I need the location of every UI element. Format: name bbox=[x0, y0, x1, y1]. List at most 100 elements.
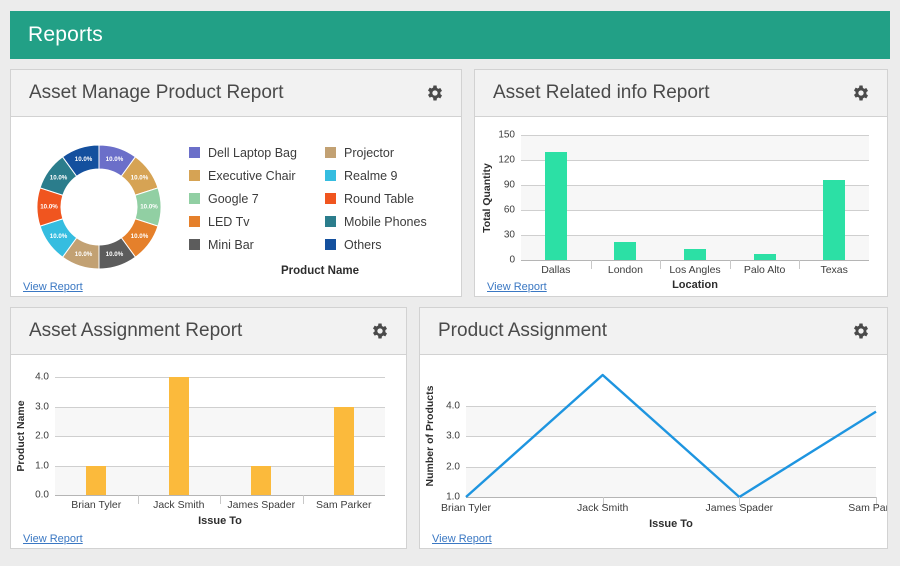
view-report-link[interactable]: View Report bbox=[487, 281, 547, 293]
legend-item[interactable]: Dell Laptop Bag bbox=[189, 141, 315, 164]
legend-item[interactable]: Executive Chair bbox=[189, 164, 315, 187]
y-axis-tick: 30 bbox=[503, 229, 515, 241]
gear-icon[interactable] bbox=[851, 83, 871, 103]
legend-label: Round Table bbox=[344, 191, 414, 206]
gridline bbox=[55, 377, 385, 378]
x-axis-separator bbox=[729, 260, 731, 269]
x-axis-label: Issue To bbox=[649, 518, 693, 530]
gear-icon[interactable] bbox=[851, 321, 871, 341]
bar[interactable] bbox=[86, 465, 107, 495]
legend-swatch bbox=[189, 216, 200, 227]
x-axis-tick: Texas bbox=[820, 264, 848, 276]
y-axis-tick: 1.0 bbox=[446, 491, 460, 503]
x-axis-tick: Brian Tyler bbox=[71, 499, 122, 511]
x-axis-tick: James Spader bbox=[227, 499, 296, 511]
bar[interactable] bbox=[614, 241, 637, 260]
gear-icon[interactable] bbox=[370, 321, 390, 341]
bar-chart-location: 0 30 60 90 120 150 Total Quantity Dallas London L… bbox=[481, 130, 869, 291]
bar[interactable] bbox=[544, 151, 567, 260]
chart-band bbox=[521, 185, 869, 210]
y-axis-label: Total Quantity bbox=[481, 162, 493, 233]
donut-slice-label: 10.0% bbox=[140, 204, 158, 211]
bar[interactable] bbox=[753, 254, 776, 260]
card-header: Asset Assignment Report bbox=[11, 308, 406, 355]
donut-slice-label: 10.0% bbox=[75, 251, 93, 258]
gridline bbox=[521, 235, 869, 236]
view-report-link[interactable]: View Report bbox=[432, 533, 492, 545]
legend-item[interactable]: Google 7 bbox=[189, 187, 315, 210]
x-axis-tick: Sam Parker bbox=[316, 499, 372, 511]
bar[interactable] bbox=[168, 377, 189, 495]
plot-area: 0.0 1.0 2.0 3.0 4.0 bbox=[35, 372, 385, 501]
card-body: 0.0 1.0 2.0 3.0 4.0 Product Name Brian Tyler Ja… bbox=[11, 355, 406, 548]
view-report-link[interactable]: View Report bbox=[23, 533, 83, 545]
legend-swatch bbox=[325, 170, 336, 181]
legend-label: Others bbox=[344, 237, 382, 252]
bar[interactable] bbox=[684, 249, 706, 260]
x-axis-separator bbox=[137, 495, 139, 504]
x-axis-tick: James Spader bbox=[705, 502, 774, 514]
donut-slice-label: 10.0% bbox=[131, 174, 149, 181]
x-axis-tick: Jack Smith bbox=[576, 502, 629, 514]
legend-label: Mobile Phones bbox=[344, 214, 427, 229]
card-asset-manage-product-report: Asset Manage Product Report 10.0% 10.0% 10… bbox=[10, 69, 462, 297]
gridline bbox=[521, 160, 869, 161]
legend-label: Mini Bar bbox=[208, 237, 254, 252]
card-title: Asset Assignment Report bbox=[29, 320, 243, 341]
y-axis-tick: 60 bbox=[503, 204, 515, 216]
bar[interactable] bbox=[333, 406, 354, 495]
donut-slice-label: 10.0% bbox=[131, 233, 149, 240]
donut-svg: 10.0% 10.0% 10.0% 10.0% 10.0% 10.0% 10.0% 10.0%… bbox=[36, 144, 162, 270]
gear-icon[interactable] bbox=[425, 83, 445, 103]
legend-label: Realme 9 bbox=[344, 168, 398, 183]
x-axis-separator bbox=[799, 260, 801, 269]
donut-slice-label: 10.0% bbox=[40, 204, 58, 211]
donut-slice-label: 10.0% bbox=[50, 174, 68, 181]
legend-label: Executive Chair bbox=[208, 168, 296, 183]
legend-item[interactable]: Round Table bbox=[325, 187, 451, 210]
y-axis-tick: 3.0 bbox=[446, 430, 460, 442]
gridline bbox=[466, 497, 876, 498]
x-axis-tick: Brian Tyler bbox=[441, 502, 491, 514]
legend-swatch bbox=[325, 239, 336, 250]
legend-swatch bbox=[189, 239, 200, 250]
card-title: Product Assignment bbox=[438, 320, 607, 341]
legend-label: Projector bbox=[344, 145, 395, 160]
line-series[interactable] bbox=[465, 373, 877, 499]
x-axis-label: Location bbox=[672, 279, 718, 291]
page-title: Reports bbox=[28, 23, 103, 46]
gridline bbox=[521, 260, 869, 261]
donut-slice-label: 10.0% bbox=[106, 251, 124, 258]
bar[interactable] bbox=[251, 465, 272, 495]
card-asset-assignment-report: Asset Assignment Report 0.0 1.0 2.0 3.0 4.0 P… bbox=[10, 307, 407, 549]
legend-item[interactable]: Others bbox=[325, 233, 451, 256]
legend-label: Dell Laptop Bag bbox=[208, 145, 297, 160]
y-axis-tick: 3.0 bbox=[35, 401, 49, 412]
card-title: Asset Related info Report bbox=[493, 82, 710, 103]
card-product-assignment: Product Assignment 1.0 2.0 3.0 4.0 Number of… bbox=[419, 307, 888, 549]
legend-item[interactable]: Projector bbox=[325, 141, 451, 164]
y-axis-tick: 120 bbox=[498, 154, 515, 166]
card-header: Product Assignment bbox=[420, 308, 887, 355]
legend-swatch bbox=[325, 193, 336, 204]
y-axis-tick: 2.0 bbox=[446, 461, 460, 472]
x-axis-tick: Sam Parker bbox=[848, 502, 887, 514]
view-report-link[interactable]: View Report bbox=[23, 281, 83, 293]
reports-grid: Asset Manage Product Report 10.0% 10.0% 10… bbox=[10, 69, 890, 549]
x-axis-tick: London bbox=[607, 264, 643, 276]
legend-item[interactable]: Realme 9 bbox=[325, 164, 451, 187]
gridline bbox=[521, 135, 869, 136]
y-axis-label: Product Name bbox=[15, 400, 27, 472]
plot-area: 1.0 2.0 3.0 4.0 bbox=[446, 373, 877, 503]
legend-item[interactable]: Mini Bar bbox=[189, 233, 315, 256]
legend-swatch bbox=[189, 193, 200, 204]
legend-item[interactable]: Mobile Phones bbox=[325, 210, 451, 233]
donut-slice-label: 10.0% bbox=[75, 156, 93, 163]
chart-legend: Dell Laptop Bag Executive Chair Google 7 LE… bbox=[189, 141, 451, 256]
plot-area: 0 30 60 90 120 150 bbox=[498, 130, 869, 266]
legend-item[interactable]: LED Tv bbox=[189, 210, 315, 233]
x-axis-tick: Jack Smith bbox=[153, 499, 205, 511]
card-header: Asset Manage Product Report bbox=[11, 70, 461, 117]
bar[interactable] bbox=[823, 180, 846, 260]
donut-chart: 10.0% 10.0% 10.0% 10.0% 10.0% 10.0% 10.0% 10.0%… bbox=[19, 127, 179, 287]
